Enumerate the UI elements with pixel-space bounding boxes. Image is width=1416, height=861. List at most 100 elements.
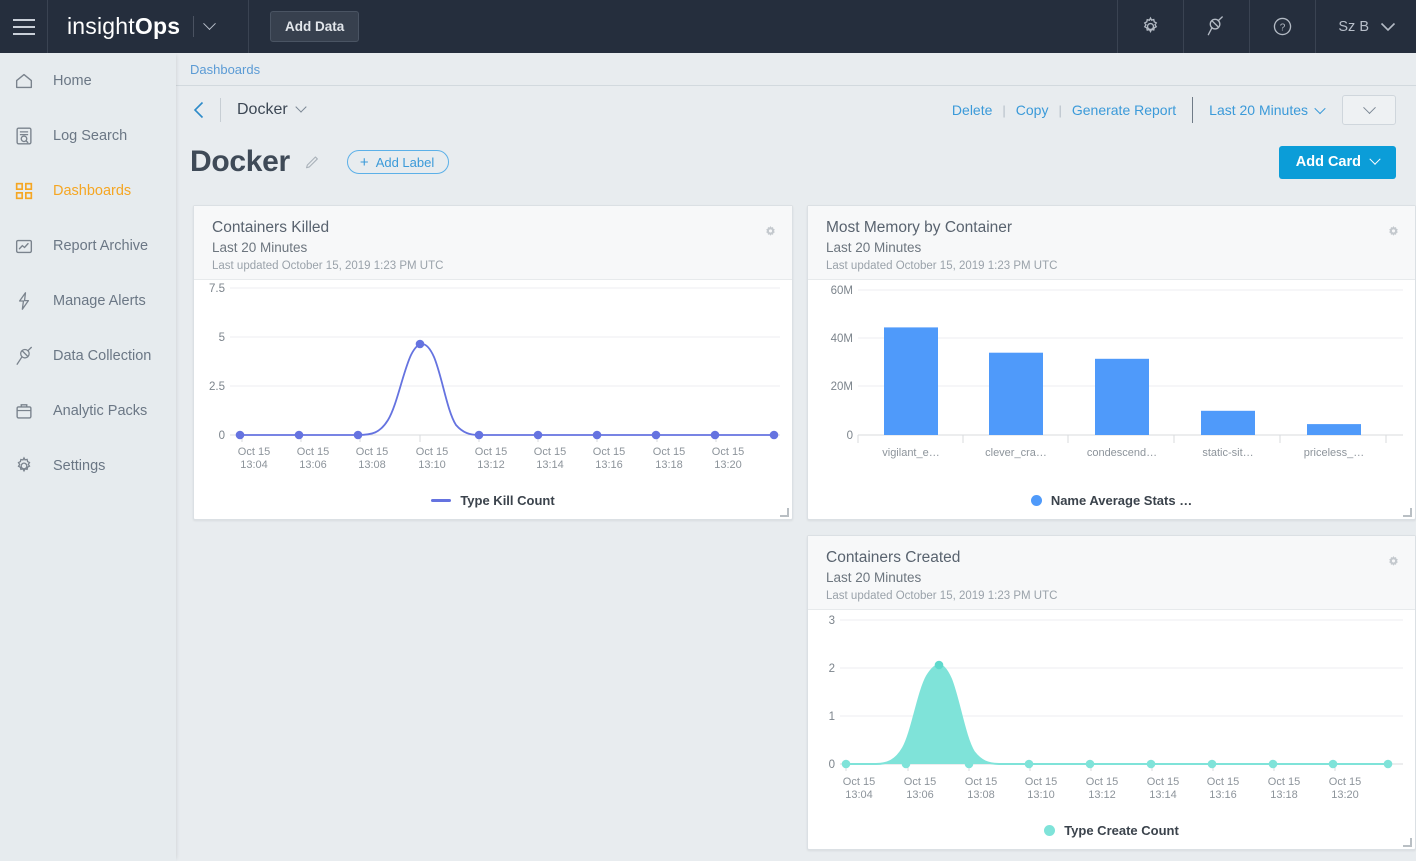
svg-text:1: 1: [829, 711, 835, 723]
svg-text:13:18: 13:18: [655, 459, 683, 471]
bar-chart-most-memory-by-container[interactable]: 60M 40M 20M 0 vigilant_e… clever_cra… co…: [808, 280, 1415, 490]
card-settings-button[interactable]: [1386, 224, 1401, 244]
svg-text:Oct 15: Oct 15: [416, 446, 448, 458]
plus-icon: +: [359, 153, 369, 171]
card-header: Containers Created Last 20 Minutes Last …: [808, 536, 1415, 610]
sidebar-item-label: Log Search: [53, 127, 128, 144]
time-range-selector[interactable]: Last 20 Minutes: [1209, 102, 1326, 118]
add-card-button[interactable]: Add Card: [1278, 145, 1396, 179]
line-chart-containers-killed[interactable]: 7.5 5 2.5 0 Oct 1513:04 Oct 1513:06 Oct …: [194, 280, 792, 490]
toolbar-actions: Delete | Copy | Generate Report Last 20 …: [952, 95, 1396, 125]
edit-title-button[interactable]: [304, 154, 321, 171]
card-containers-created: Containers Created Last 20 Minutes Last …: [807, 535, 1416, 850]
page-title-row: Docker + Add Label Add Card: [176, 134, 1416, 190]
chart-legend[interactable]: Type Create Count: [808, 823, 1415, 838]
svg-text:Oct 15: Oct 15: [1147, 776, 1179, 788]
sidebar-item-analytic-packs[interactable]: Analytic Packs: [0, 383, 176, 438]
svg-text:13:16: 13:16: [595, 459, 623, 471]
log-search-icon: [12, 124, 36, 148]
card-header: Most Memory by Container Last 20 Minutes…: [808, 206, 1415, 280]
card-subtitle: Last 20 Minutes: [826, 570, 922, 585]
plug-icon: [12, 344, 36, 368]
svg-text:5: 5: [219, 332, 225, 344]
svg-text:13:12: 13:12: [1088, 789, 1116, 801]
sidebar-item-dashboards[interactable]: Dashboards: [0, 163, 176, 218]
card-header: Containers Killed Last 20 Minutes Last u…: [194, 206, 792, 280]
card-resize-handle[interactable]: [780, 508, 789, 517]
dashboard-selector[interactable]: Docker: [237, 101, 307, 119]
chart-legend[interactable]: Type Kill Count: [194, 493, 792, 508]
copy-button[interactable]: Copy: [1016, 102, 1049, 118]
add-label-button[interactable]: + Add Label: [346, 150, 450, 174]
svg-text:13:10: 13:10: [418, 459, 446, 471]
svg-text:0: 0: [847, 430, 853, 442]
time-range-label: Last 20 Minutes: [1209, 102, 1308, 118]
data-collection-button[interactable]: [1183, 0, 1249, 53]
menu-toggle-button[interactable]: [0, 0, 47, 53]
sidebar-item-log-search[interactable]: Log Search: [0, 108, 176, 163]
sidebar-item-report-archive[interactable]: Report Archive: [0, 218, 176, 273]
svg-text:13:06: 13:06: [299, 459, 327, 471]
sidebar-item-home[interactable]: Home: [0, 53, 176, 108]
series-points: [235, 339, 779, 440]
sidebar-item-label: Settings: [53, 457, 106, 474]
chart-legend[interactable]: Name Average Stats …: [808, 493, 1415, 508]
time-range-dropdown-button[interactable]: [1342, 95, 1396, 125]
brand-logo: insightOps: [67, 15, 180, 38]
svg-text:Oct 15: Oct 15: [965, 776, 997, 788]
action-separator: |: [1002, 102, 1006, 118]
chevron-down-icon: [1314, 102, 1326, 115]
chevron-down-icon: [1369, 153, 1381, 165]
delete-button[interactable]: Delete: [952, 102, 992, 118]
add-label-text: Add Label: [375, 154, 435, 170]
brand-logo-light: insight: [67, 13, 135, 39]
add-data-cell: Add Data: [248, 0, 380, 53]
svg-text:Oct 15: Oct 15: [904, 776, 936, 788]
card-resize-handle[interactable]: [1403, 508, 1412, 517]
svg-text:13:10: 13:10: [1027, 789, 1055, 801]
top-bar: insightOps Add Data ? Sz B: [0, 0, 1416, 53]
svg-text:Oct 15: Oct 15: [843, 776, 875, 788]
svg-text:13:20: 13:20: [1331, 789, 1359, 801]
add-data-button[interactable]: Add Data: [270, 11, 360, 42]
page-title: Docker: [190, 145, 290, 178]
svg-text:2: 2: [829, 663, 835, 675]
back-button[interactable]: [188, 99, 210, 121]
svg-text:Oct 15: Oct 15: [653, 446, 685, 458]
chevron-down-icon: [1380, 22, 1396, 31]
briefcase-icon: [12, 399, 36, 423]
breadcrumb-link-dashboards[interactable]: Dashboards: [190, 62, 260, 77]
area-chart-containers-created[interactable]: 3 2 1 0 Oct 1513:04 Oct 1513:06 Oct 1513…: [808, 610, 1415, 825]
svg-text:Oct 15: Oct 15: [475, 446, 507, 458]
svg-text:7.5: 7.5: [209, 283, 225, 295]
card-settings-button[interactable]: [763, 224, 778, 244]
card-updated-timestamp: Last updated October 15, 2019 1:23 PM UT…: [826, 260, 1058, 272]
svg-text:0: 0: [219, 430, 225, 442]
card-settings-button[interactable]: [1386, 554, 1401, 574]
user-menu[interactable]: Sz B: [1315, 0, 1416, 53]
svg-text:13:20: 13:20: [714, 459, 742, 471]
brand-area[interactable]: insightOps: [47, 0, 248, 53]
sidebar-item-label: Data Collection: [53, 347, 152, 364]
help-button[interactable]: ?: [1249, 0, 1315, 53]
svg-text:13:04: 13:04: [845, 789, 873, 801]
svg-text:Oct 15: Oct 15: [1207, 776, 1239, 788]
svg-text:?: ?: [1280, 23, 1286, 34]
svg-text:static-sit…: static-sit…: [1202, 447, 1253, 459]
settings-button[interactable]: [1117, 0, 1183, 53]
gear-icon: [1389, 556, 1398, 566]
x-axis-labels: Oct 1513:04 Oct 1513:06 Oct 1513:08 Oct …: [843, 776, 1361, 801]
chevron-down-icon[interactable]: [203, 17, 217, 31]
brand-logo-bold: Ops: [134, 13, 181, 39]
card-containers-killed: Containers Killed Last 20 Minutes Last u…: [193, 205, 793, 520]
svg-text:Oct 15: Oct 15: [1025, 776, 1057, 788]
report-archive-icon: [12, 234, 36, 258]
toolbar-divider: [220, 98, 221, 122]
svg-text:13:08: 13:08: [967, 789, 995, 801]
sidebar-item-data-collection[interactable]: Data Collection: [0, 328, 176, 383]
sidebar-item-manage-alerts[interactable]: Manage Alerts: [0, 273, 176, 328]
generate-report-button[interactable]: Generate Report: [1072, 102, 1176, 118]
sidebar-item-settings[interactable]: Settings: [0, 438, 176, 493]
svg-text:Oct 15: Oct 15: [1086, 776, 1118, 788]
card-resize-handle[interactable]: [1403, 838, 1412, 847]
